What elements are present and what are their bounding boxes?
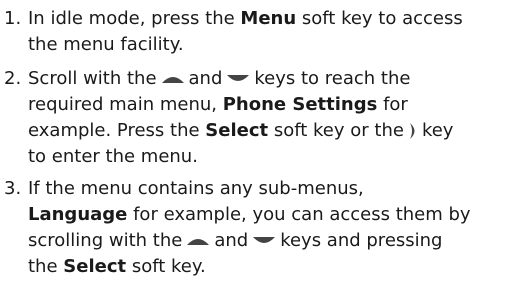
- step-text: If the menu contains any sub-menus, Lang…: [28, 176, 528, 280]
- step-text: Scroll with the and keys to reach the requ…: [28, 66, 528, 170]
- text-run: example. Press the: [28, 120, 206, 141]
- step-text: In idle mode, press the Menu soft key to…: [28, 6, 528, 58]
- text-line: Language for example, you can access the…: [28, 202, 528, 228]
- text-run: In idle mode, press the: [28, 8, 241, 29]
- down-key-icon: [225, 73, 251, 85]
- text-run: for: [377, 94, 408, 115]
- text-line: Scroll with the and keys to reach the: [28, 66, 528, 92]
- text-run: the: [28, 256, 64, 277]
- right-key-icon: [407, 121, 419, 141]
- language-label: Language: [28, 204, 128, 225]
- text-line: scrolling with the and keys and pressing: [28, 228, 528, 254]
- select-softkey-label: Select: [205, 120, 269, 141]
- menu-softkey-label: Menu: [240, 8, 297, 29]
- text-line: If the menu contains any sub-menus,: [28, 176, 528, 202]
- text-run: for example, you can access them by: [127, 204, 471, 225]
- up-key-icon: [160, 73, 186, 85]
- text-run: key: [421, 120, 454, 141]
- text-run: soft key or the: [268, 120, 404, 141]
- text-run: If the menu contains any sub-menus,: [28, 178, 364, 199]
- text-run: soft key.: [126, 256, 206, 277]
- text-run: and: [188, 68, 223, 89]
- text-run: scrolling with the: [28, 230, 183, 251]
- phone-settings-label: Phone Settings: [222, 94, 378, 115]
- text-line: In idle mode, press the Menu soft key to…: [28, 6, 528, 32]
- text-line: the menu facility.: [28, 32, 528, 58]
- text-line: the Select soft key.: [28, 254, 528, 280]
- text-line: required main menu, Phone Settings for: [28, 92, 528, 118]
- text-line: to enter the menu.: [28, 144, 528, 170]
- step-number: 2.: [4, 68, 22, 89]
- up-key-icon: [185, 235, 211, 247]
- text-line: example. Press the Select soft key or th…: [28, 118, 528, 144]
- select-softkey-label: Select: [63, 256, 127, 277]
- text-run: keys and pressing: [280, 230, 443, 251]
- text-run: required main menu,: [28, 94, 223, 115]
- text-run: soft key to access: [296, 8, 463, 29]
- text-run: to enter the menu.: [28, 146, 198, 167]
- step-number: 3.: [4, 178, 22, 199]
- step-number: 1.: [4, 8, 22, 29]
- text-run: keys to reach the: [254, 68, 411, 89]
- text-run: Scroll with the: [28, 68, 157, 89]
- text-run: the menu facility.: [28, 34, 184, 55]
- text-run: and: [214, 230, 249, 251]
- down-key-icon: [251, 235, 277, 247]
